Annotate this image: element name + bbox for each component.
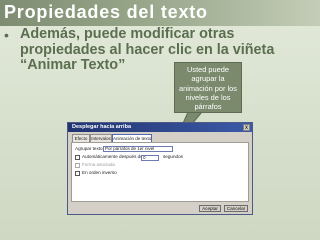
seconds-label: segundos bbox=[163, 154, 183, 159]
reverse-order-checkbox[interactable] bbox=[75, 171, 80, 176]
tab-efecto[interactable]: Efecto bbox=[72, 134, 90, 142]
tab-intervalos[interactable]: Intervalos bbox=[90, 134, 112, 142]
tab-animacion-de-texto[interactable]: Animación de texto bbox=[112, 134, 152, 142]
group-text-select[interactable]: Por párrafos de 1er nivel bbox=[103, 146, 173, 152]
auto-after-checkbox[interactable] bbox=[75, 155, 80, 160]
cancel-button[interactable]: Cancelar bbox=[224, 205, 248, 212]
reverse-order-label: En orden inverso bbox=[82, 170, 117, 175]
tab-panel: Agrupar texto: Por párrafos de 1er nivel… bbox=[71, 142, 249, 202]
close-icon[interactable]: x bbox=[243, 124, 250, 131]
animation-dialog: Desplegar hacia arriba x Efecto Interval… bbox=[67, 122, 253, 215]
dialog-title-bar: Desplegar hacia arriba x bbox=[68, 123, 252, 132]
auto-after-label: Automáticamente después de bbox=[82, 154, 143, 159]
seconds-stepper[interactable]: 0 bbox=[141, 155, 159, 161]
ok-button[interactable]: Aceptar bbox=[199, 205, 221, 212]
callout-note: Usted puede agrupar la animación por los… bbox=[174, 62, 242, 113]
dialog-title: Desplegar hacia arriba bbox=[72, 124, 132, 130]
attached-shape-label: Forma asociada bbox=[82, 162, 115, 167]
presentation-slide: Propiedades del texto • Además, puede mo… bbox=[0, 0, 320, 240]
attached-shape-checkbox[interactable] bbox=[75, 163, 80, 168]
group-text-label: Agrupar texto: bbox=[75, 146, 104, 151]
